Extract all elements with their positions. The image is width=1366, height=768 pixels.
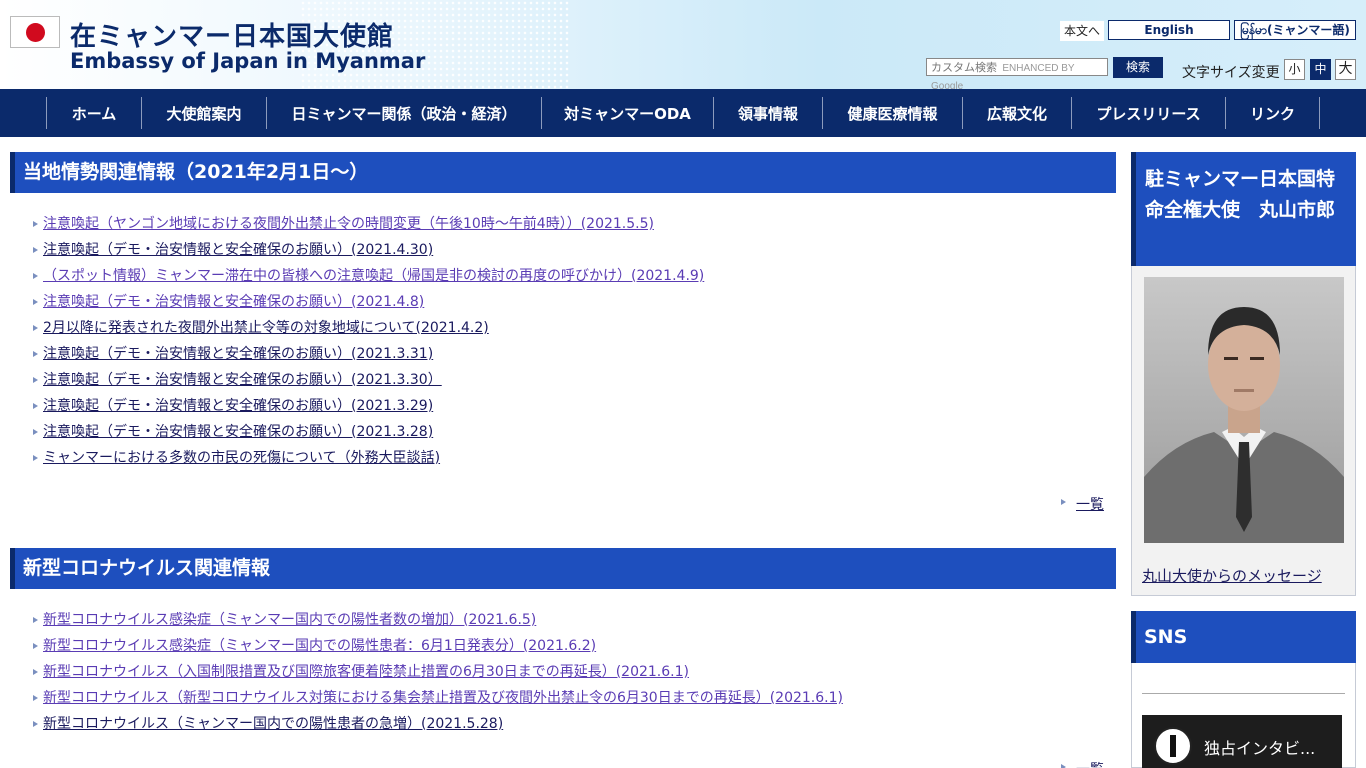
covid-more-link[interactable]: 一覧: [1076, 759, 1104, 768]
local-situation-more-link[interactable]: 一覧: [1076, 494, 1104, 514]
font-size-label: 文字サイズ変更: [1182, 65, 1280, 81]
bullet-triangle-icon: [33, 403, 38, 409]
list-item[interactable]: 注意喚起（デモ・治安情報と安全確保のお願い）(2021.4.30): [32, 237, 1112, 263]
list-item[interactable]: 注意喚起（デモ・治安情報と安全確保のお願い）(2021.3.31): [32, 341, 1112, 367]
news-link[interactable]: 2月以降に発表された夜間外出禁止令等の対象地域について(2021.4.2): [43, 320, 489, 336]
bullet-triangle-icon: [33, 299, 38, 305]
nav-item-home[interactable]: ホーム: [46, 97, 141, 129]
list-item[interactable]: 注意喚起（デモ・治安情報と安全確保のお願い）(2021.4.8): [32, 289, 1112, 315]
channel-logo-icon: [1154, 727, 1192, 765]
bullet-triangle-icon: [33, 695, 38, 701]
bullet-triangle-icon: [33, 221, 38, 227]
list-item[interactable]: 注意喚起（デモ・治安情報と安全確保のお願い）(2021.3.29): [32, 393, 1112, 419]
list-item[interactable]: 新型コロナウイルス（入国制限措置及び国際旅客便着陸禁止措置の6月30日までの再延…: [32, 659, 1112, 685]
news-link[interactable]: （スポット情報）ミャンマー滞在中の皆様への注意喚起（帰国是非の検討の再度の呼びか…: [43, 268, 704, 284]
list-item[interactable]: 新型コロナウイルス感染症（ミャンマー国内での陽性患者：6月1日発表分）(2021…: [32, 633, 1112, 659]
english-language-button[interactable]: English: [1108, 20, 1230, 40]
more-triangle-icon: [1061, 764, 1066, 768]
news-link[interactable]: 注意喚起（デモ・治安情報と安全確保のお願い）(2021.4.8): [43, 294, 424, 310]
ambassador-photo: [1144, 277, 1344, 543]
list-item[interactable]: ミャンマーにおける多数の市民の死傷について（外務大臣談話): [32, 445, 1112, 471]
bullet-triangle-icon: [33, 273, 38, 279]
bullet-triangle-icon: [33, 429, 38, 435]
nav-item-embassy-info[interactable]: 大使館案内: [141, 97, 266, 129]
nav-item-oda[interactable]: 対ミャンマーODA: [541, 97, 713, 129]
covid-list: 新型コロナウイルス感染症（ミャンマー国内での陽性者数の増加）(2021.6.5)…: [32, 607, 1112, 737]
nav-item-health-medical[interactable]: 健康医療情報: [822, 97, 962, 129]
font-size-large-button[interactable]: 大: [1335, 59, 1356, 80]
site-title-japanese[interactable]: 在ミャンマー日本国大使館: [70, 16, 394, 53]
site-title-english[interactable]: Embassy of Japan in Myanmar: [70, 49, 425, 73]
nav-item-press-release[interactable]: プレスリリース: [1071, 97, 1225, 129]
bullet-triangle-icon: [33, 643, 38, 649]
list-item[interactable]: 注意喚起（デモ・治安情報と安全確保のお願い）(2021.3.28): [32, 419, 1112, 445]
ambassador-heading: 駐ミャンマー日本国特命全権大使 丸山市郎: [1131, 152, 1356, 266]
bullet-triangle-icon: [33, 377, 38, 383]
bullet-triangle-icon: [33, 325, 38, 331]
sns-divider: [1142, 693, 1345, 694]
nav-item-bilateral-relations[interactable]: 日ミャンマー関係（政治・経済）: [266, 97, 541, 129]
site-header: 在ミャンマー日本国大使館 Embassy of Japan in Myanmar…: [0, 0, 1366, 89]
list-item[interactable]: 2月以降に発表された夜間外出禁止令等の対象地域について(2021.4.2): [32, 315, 1112, 341]
news-link[interactable]: 新型コロナウイルス（ミャンマー国内での陽性患者の急増）(2021.5.28): [43, 716, 503, 732]
font-size-medium-button[interactable]: 中: [1310, 59, 1331, 80]
nav-item-culture[interactable]: 広報文化: [962, 97, 1071, 129]
bullet-triangle-icon: [33, 617, 38, 623]
news-link[interactable]: 新型コロナウイルス（新型コロナウイルス対策における集会禁止措置及び夜間外出禁止令…: [43, 690, 843, 706]
news-link[interactable]: 注意喚起（デモ・治安情報と安全確保のお願い）(2021.3.30）: [43, 372, 442, 388]
search-placeholder: カスタム検索: [931, 62, 997, 74]
news-link[interactable]: 注意喚起（ヤンゴン地域における夜間外出禁止令の時間変更（午後10時～午前4時））…: [43, 216, 654, 232]
list-item[interactable]: （スポット情報）ミャンマー滞在中の皆様への注意喚起（帰国是非の検討の再度の呼びか…: [32, 263, 1112, 289]
list-item[interactable]: 注意喚起（ヤンゴン地域における夜間外出禁止令の時間変更（午後10時～午前4時））…: [32, 211, 1112, 237]
bullet-triangle-icon: [33, 247, 38, 253]
sns-heading: SNS: [1131, 611, 1356, 663]
news-link[interactable]: 注意喚起（デモ・治安情報と安全確保のお願い）(2021.3.29): [43, 398, 433, 414]
news-link[interactable]: 新型コロナウイルス感染症（ミャンマー国内での陽性者数の増加）(2021.6.5): [43, 612, 536, 628]
local-situation-heading: 当地情勢関連情報（2021年2月1日～）: [10, 152, 1116, 193]
japan-flag-icon: [10, 16, 60, 48]
news-link[interactable]: 新型コロナウイルス感染症（ミャンマー国内での陽性患者：6月1日発表分）(2021…: [43, 638, 596, 654]
news-link[interactable]: 注意喚起（デモ・治安情報と安全確保のお願い）(2021.3.31): [43, 346, 433, 362]
list-item[interactable]: 新型コロナウイルス（新型コロナウイルス対策における集会禁止措置及び夜間外出禁止令…: [32, 685, 1112, 711]
list-item[interactable]: 新型コロナウイルス感染症（ミャンマー国内での陽性者数の増加）(2021.6.5): [32, 607, 1112, 633]
list-item[interactable]: 注意喚起（デモ・治安情報と安全確保のお願い）(2021.3.30）: [32, 367, 1112, 393]
search-button[interactable]: 検索: [1113, 57, 1163, 78]
myanmar-language-button[interactable]: မြန်မာ(ミャンマー語): [1234, 20, 1356, 40]
bullet-triangle-icon: [33, 669, 38, 675]
font-size-small-button[interactable]: 小: [1284, 59, 1305, 80]
nav-item-links[interactable]: リンク: [1225, 97, 1319, 129]
youtube-video-embed[interactable]: 独占インタビ...: [1142, 715, 1342, 768]
news-link[interactable]: ミャンマーにおける多数の市民の死傷について（外務大臣談話): [43, 450, 440, 466]
news-link[interactable]: 注意喚起（デモ・治安情報と安全確保のお願い）(2021.4.30): [43, 242, 433, 258]
local-situation-list: 注意喚起（ヤンゴン地域における夜間外出禁止令の時間変更（午後10時～午前4時））…: [32, 211, 1112, 471]
nav-divider: [1319, 97, 1320, 129]
custom-search-input[interactable]: カスタム検索 ENHANCED BY Google: [926, 58, 1108, 89]
list-item[interactable]: 新型コロナウイルス（ミャンマー国内での陽性患者の急増）(2021.5.28): [32, 711, 1112, 737]
bullet-triangle-icon: [33, 455, 38, 461]
news-link[interactable]: 注意喚起（デモ・治安情報と安全確保のお願い）(2021.3.28): [43, 424, 433, 440]
skip-to-content-link[interactable]: 本文へ: [1060, 21, 1104, 41]
video-title[interactable]: 独占インタビ...: [1204, 735, 1315, 759]
more-triangle-icon: [1061, 499, 1066, 505]
covid-heading: 新型コロナウイルス関連情報: [10, 548, 1116, 589]
bullet-triangle-icon: [33, 721, 38, 727]
nav-item-consular[interactable]: 領事情報: [713, 97, 822, 129]
news-link[interactable]: 新型コロナウイルス（入国制限措置及び国際旅客便着陸禁止措置の6月30日までの再延…: [43, 664, 689, 680]
global-navigation: ホーム 大使館案内 日ミャンマー関係（政治・経済） 対ミャンマーODA 領事情報…: [0, 89, 1366, 137]
ambassador-message-link[interactable]: 丸山大使からのメッセージ: [1142, 565, 1322, 586]
bullet-triangle-icon: [33, 351, 38, 357]
